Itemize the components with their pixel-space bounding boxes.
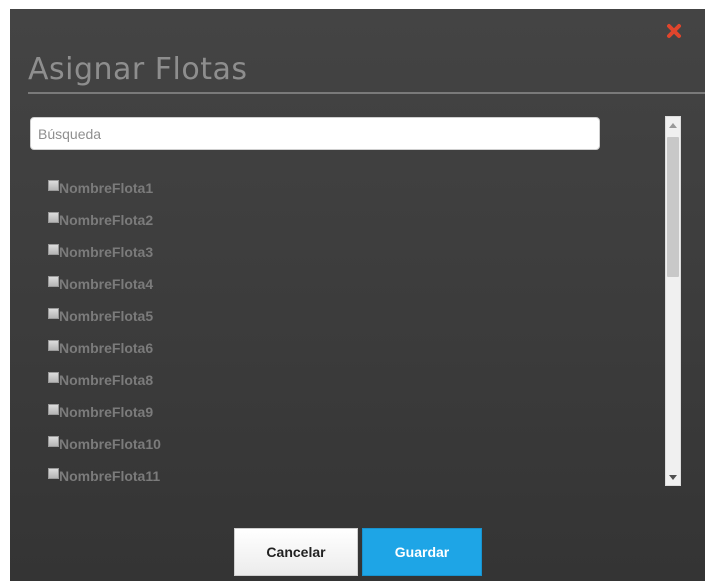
dialog-title: Asignar Flotas	[28, 52, 248, 87]
scroll-up-button[interactable]	[666, 117, 680, 133]
fleet-item[interactable]: NombreFlota6	[48, 332, 648, 364]
fleet-label: NombreFlota11	[59, 468, 161, 484]
scroll-thumb[interactable]	[667, 137, 679, 277]
fleet-label: NombreFlota6	[59, 340, 154, 356]
fleet-label: NombreFlota9	[59, 404, 154, 420]
fleet-checkbox[interactable]	[48, 339, 59, 351]
fleet-item[interactable]: NombreFlota10	[48, 428, 648, 460]
fleet-item[interactable]: NombreFlota4	[48, 268, 648, 300]
fleet-label: NombreFlota10	[59, 436, 161, 452]
fleet-item[interactable]: NombreFlota3	[48, 236, 648, 268]
fleet-label: NombreFlota8	[59, 372, 154, 388]
fleet-list: NombreFlota1 NombreFlota2 NombreFlota3 N…	[48, 172, 648, 492]
fleet-label: NombreFlota5	[59, 308, 154, 324]
fleet-item[interactable]: NombreFlota2	[48, 204, 648, 236]
scroll-down-button[interactable]	[666, 469, 680, 485]
fleet-checkbox[interactable]	[48, 467, 59, 479]
fleet-checkbox[interactable]	[48, 307, 59, 319]
fleet-checkbox[interactable]	[48, 211, 59, 223]
fleet-item[interactable]: NombreFlota5	[48, 300, 648, 332]
fleet-item[interactable]: NombreFlota9	[48, 396, 648, 428]
fleet-item[interactable]: NombreFlota1	[48, 172, 648, 204]
fleet-checkbox[interactable]	[48, 403, 59, 415]
assign-fleets-dialog: Asignar Flotas NombreFlota1 NombreFlota2…	[10, 9, 705, 581]
fleet-list-scrollbar[interactable]	[665, 116, 681, 486]
fleet-label: NombreFlota4	[59, 276, 154, 292]
fleet-checkbox[interactable]	[48, 371, 59, 383]
title-divider	[28, 92, 705, 94]
arrow-up-icon	[669, 122, 677, 128]
fleet-checkbox[interactable]	[48, 179, 59, 191]
fleet-checkbox[interactable]	[48, 435, 59, 447]
arrow-down-icon	[669, 474, 677, 480]
fleet-checkbox[interactable]	[48, 275, 59, 287]
fleet-label: NombreFlota1	[59, 180, 154, 196]
cancel-button[interactable]: Cancelar	[234, 528, 358, 576]
fleet-label: NombreFlota3	[59, 244, 154, 260]
search-input[interactable]	[30, 117, 600, 150]
close-button[interactable]	[666, 23, 682, 39]
fleet-label: NombreFlota2	[59, 212, 154, 228]
fleet-item[interactable]: NombreFlota11	[48, 460, 648, 492]
save-button[interactable]: Guardar	[362, 528, 482, 576]
fleet-item[interactable]: NombreFlota8	[48, 364, 648, 396]
close-x-icon	[667, 24, 681, 38]
fleet-checkbox[interactable]	[48, 243, 59, 255]
